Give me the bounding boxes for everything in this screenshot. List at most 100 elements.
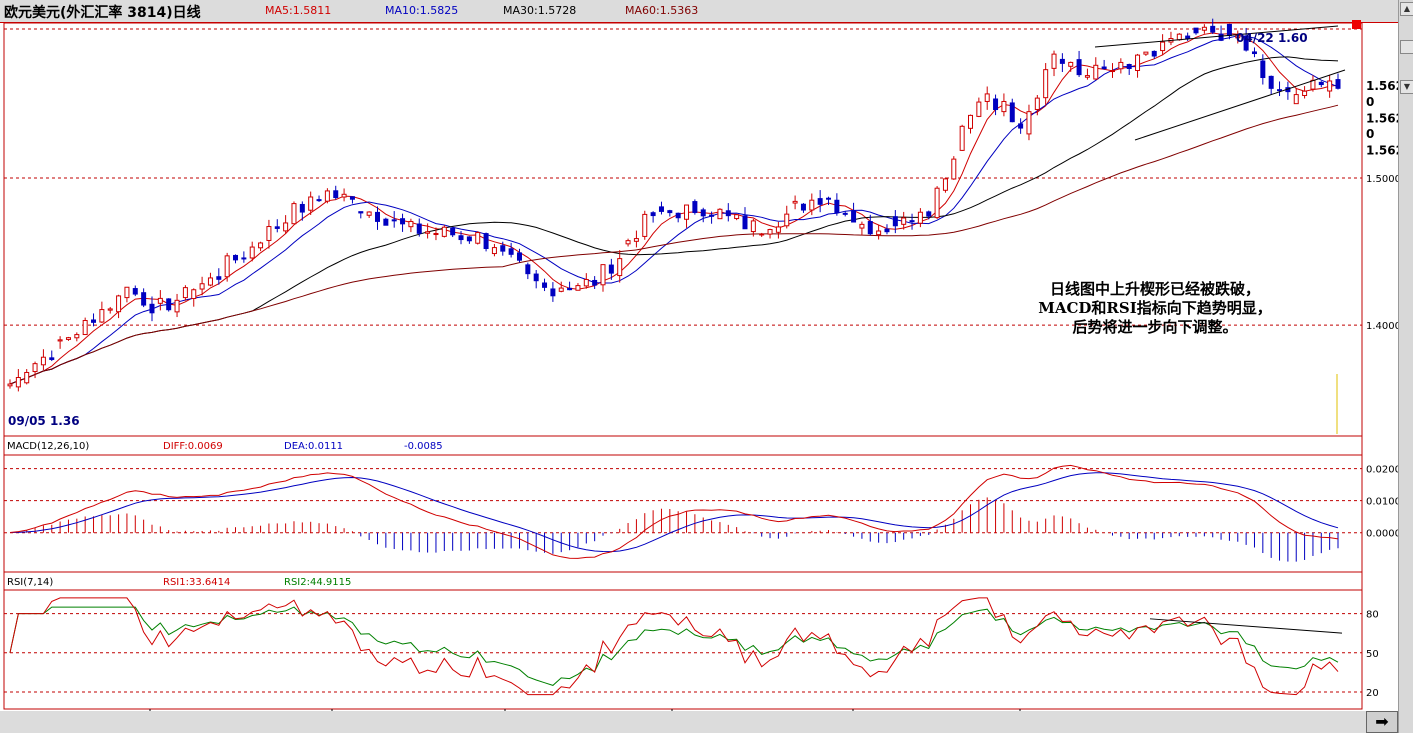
candle-body: [734, 214, 740, 220]
candle-body: [1160, 41, 1166, 52]
candle-body: [266, 226, 272, 241]
candle-body: [834, 199, 840, 214]
candle-body: [316, 199, 322, 202]
candle-body: [216, 276, 222, 280]
candle-body: [600, 264, 606, 286]
candle-body: [1143, 51, 1149, 55]
macd-tick-label: 0.0000: [1366, 529, 1398, 540]
candle-body: [466, 236, 472, 242]
candle-body: [516, 252, 522, 261]
next-page-button[interactable]: ➡: [1366, 711, 1398, 733]
candle-body: [642, 213, 648, 237]
candle-body: [583, 279, 589, 287]
rsi2-legend: RSI2:44.9115: [284, 577, 351, 588]
candle-body: [1335, 79, 1341, 89]
candle-body: [1109, 70, 1115, 73]
candle-body: [400, 218, 406, 225]
vertical-scrollbar[interactable]: ▲ ▼: [1398, 0, 1413, 733]
annotation-line: 日线图中上升楔形已经被跌破，: [1049, 280, 1260, 298]
candle-body: [633, 238, 639, 242]
rsi2-line: [9, 606, 1339, 686]
candle-body: [650, 212, 656, 217]
candle-body: [433, 233, 439, 236]
candle-body: [283, 222, 289, 232]
candle-body: [132, 288, 138, 295]
candle-body: [258, 242, 264, 249]
candle-body: [667, 210, 673, 214]
price-tick-label: 1.5627: [1366, 79, 1398, 93]
candle-body: [542, 282, 548, 288]
candle-body: [934, 187, 940, 219]
candle-body: [224, 255, 230, 278]
candle-body: [157, 297, 163, 304]
candle-body: [383, 218, 389, 226]
high-annotation: 04/22 1.60: [1236, 31, 1308, 45]
scroll-down-button[interactable]: ▼: [1400, 80, 1413, 94]
price-tick-label: 0: [1366, 127, 1374, 141]
candle-body: [826, 197, 832, 200]
candle-body: [1210, 25, 1216, 33]
candle-body: [40, 356, 46, 366]
price-tick-label: 0: [1366, 95, 1374, 109]
candle-body: [809, 199, 815, 211]
candle-body: [408, 220, 414, 228]
candle-body: [416, 223, 422, 234]
candle-body: [951, 158, 957, 180]
candle-body: [207, 277, 213, 286]
candle-body: [366, 211, 372, 216]
candle-body: [199, 283, 205, 290]
candle-body: [700, 209, 706, 217]
candle-body: [675, 212, 681, 219]
candle-body: [558, 287, 564, 292]
candle-body: [299, 203, 305, 213]
candle-body: [91, 319, 97, 323]
candle-body: [233, 254, 239, 261]
candle-body: [775, 226, 781, 233]
candle-body: [483, 233, 489, 249]
scroll-up-button[interactable]: ▲: [1400, 2, 1413, 16]
candle-body: [592, 279, 598, 286]
candle-body: [1135, 54, 1141, 71]
corner-marker: [1352, 20, 1361, 29]
candle-body: [1018, 123, 1024, 129]
candle-body: [800, 203, 806, 211]
candle-body: [742, 215, 748, 230]
arrow-right-icon: ➡: [1375, 712, 1389, 731]
macd-dea-line: [9, 472, 1339, 553]
candle-body: [458, 235, 464, 241]
candle-body: [274, 226, 280, 229]
candle-body: [1193, 27, 1199, 34]
candle-body: [959, 125, 965, 151]
candle-body: [567, 287, 573, 291]
candle-body: [884, 228, 890, 233]
candle-body: [82, 320, 88, 336]
candle-body: [500, 245, 506, 252]
candle-body: [333, 190, 339, 199]
candle-body: [658, 206, 664, 212]
candle-body: [475, 232, 481, 244]
macd-title: MACD(12,26,10): [7, 441, 89, 452]
candle-body: [792, 200, 798, 204]
candle-body: [909, 220, 915, 223]
rsi-trendline: [1149, 618, 1343, 634]
candle-body: [241, 257, 247, 260]
candle-body: [341, 193, 347, 198]
candle-body: [1026, 111, 1032, 135]
candle-body: [1118, 61, 1124, 70]
candle-body: [324, 190, 330, 202]
candle-body: [1218, 33, 1224, 41]
candle-body: [141, 292, 147, 306]
candle-body: [1009, 102, 1015, 123]
candle-body: [1251, 51, 1257, 55]
candle-body: [1151, 50, 1157, 57]
candle-body: [767, 229, 773, 235]
candle-body: [166, 298, 172, 311]
price-pane-frame: [3, 22, 1363, 437]
candle-body: [1126, 63, 1132, 69]
candle-body: [750, 220, 756, 233]
candle-body: [926, 211, 932, 217]
candle-body: [174, 299, 180, 313]
macd-tick-label: 0.0100: [1366, 497, 1398, 508]
rsi-tick-label: 20: [1366, 688, 1379, 699]
scroll-thumb[interactable]: [1400, 40, 1413, 54]
